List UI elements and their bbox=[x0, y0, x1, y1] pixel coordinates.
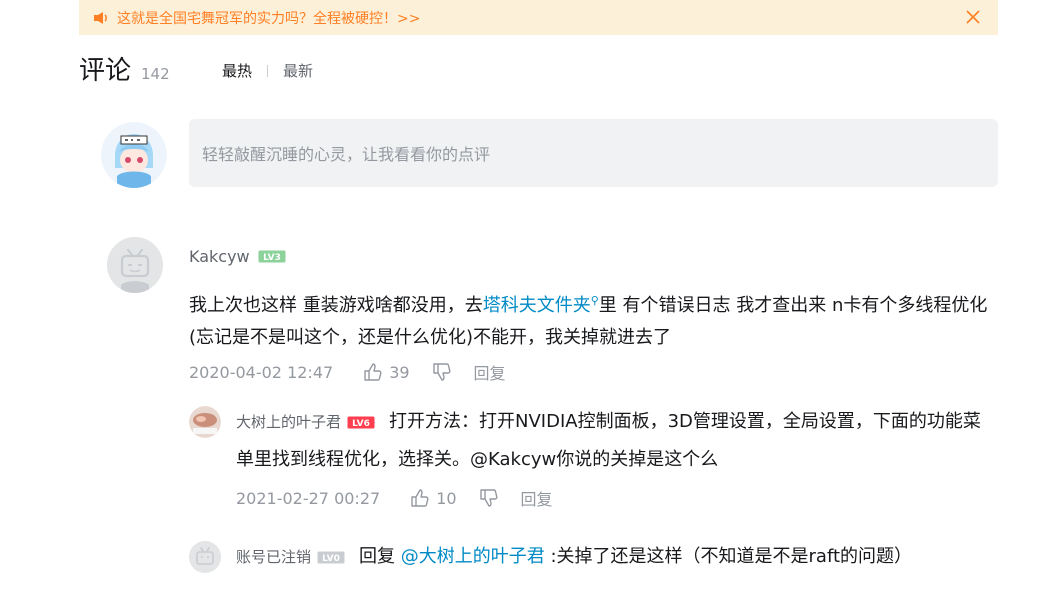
reply-username[interactable]: 账号已注销 bbox=[236, 548, 311, 566]
comment-input-placeholder: 轻轻敲醒沉睡的心灵，让我看看你的点评 bbox=[202, 145, 491, 164]
svg-text:LV0: LV0 bbox=[322, 554, 340, 564]
level-badge-icon: LV3 bbox=[258, 250, 286, 263]
my-avatar[interactable] bbox=[101, 122, 167, 188]
thumb-up-icon bbox=[364, 363, 382, 381]
reply-text: :关掉了还是这样（不知道是不是raft的问题） bbox=[544, 546, 913, 567]
like-count: 10 bbox=[436, 488, 457, 508]
comment-input[interactable]: 轻轻敲醒沉睡的心灵，让我看看你的点评 bbox=[189, 119, 998, 187]
comment-meta: 2020-04-02 12:47 39 回复 bbox=[189, 360, 506, 384]
reply-username[interactable]: 大树上的叶子君 bbox=[236, 413, 341, 431]
notice-bar[interactable]: 这就是全国宅舞冠军的实力吗？全程被硬控！>> bbox=[79, 0, 998, 35]
sort-new-tab[interactable]: 最新 bbox=[283, 60, 313, 81]
sort-tabs: 最热 最新 bbox=[222, 60, 313, 81]
reply-avatar[interactable] bbox=[189, 541, 221, 573]
dislike-button[interactable] bbox=[432, 362, 452, 382]
reply-content: 大树上的叶子君 LV6 打开方法：打开NVIDIA控制面板，3D管理设置，全局设置，… bbox=[236, 403, 988, 479]
level-badge-icon: LV6 bbox=[347, 416, 375, 429]
like-button[interactable]: 39 bbox=[363, 362, 410, 382]
sort-divider bbox=[267, 64, 269, 77]
reply-meta: 2021-02-27 00:27 10 回复 bbox=[236, 486, 553, 510]
thumb-down-icon bbox=[479, 489, 498, 507]
reply-avatar[interactable] bbox=[189, 406, 221, 438]
commenter-username[interactable]: Kakcyw bbox=[189, 247, 250, 266]
search-icon: ⚲ bbox=[590, 294, 599, 307]
reply-time: 2021-02-27 00:27 bbox=[236, 488, 381, 508]
thumb-down-icon bbox=[432, 363, 451, 381]
reply-button[interactable]: 回复 bbox=[474, 360, 506, 384]
comments-title: 评论 bbox=[79, 56, 132, 86]
dislike-button[interactable] bbox=[479, 488, 499, 508]
level-badge-icon: LV0 bbox=[317, 551, 345, 564]
svg-text:LV3: LV3 bbox=[263, 253, 281, 263]
svg-text:LV6: LV6 bbox=[352, 419, 370, 429]
comments-header: 评论 142 bbox=[79, 50, 170, 87]
like-button[interactable]: 10 bbox=[410, 488, 457, 508]
sort-hot-tab[interactable]: 最热 bbox=[222, 60, 252, 81]
commenter-name-row: Kakcyw LV3 bbox=[189, 247, 286, 266]
comment-time: 2020-04-02 12:47 bbox=[189, 362, 334, 382]
mention-link[interactable]: @大树上的叶子君 bbox=[401, 546, 545, 567]
notice-text[interactable]: 这就是全国宅舞冠军的实力吗？全程被硬控！>> bbox=[117, 8, 420, 28]
comment-text: 我上次也这样 重装游戏啥都没用，去塔科夫文件夹⚲里 有个错误日志 我才查出来 n… bbox=[189, 294, 988, 348]
reply-content: 账号已注销 LV0 回复 @大树上的叶子君 :关掉了还是这样（不知道是不是raft的… bbox=[236, 546, 913, 567]
commenter-avatar[interactable] bbox=[107, 237, 163, 293]
search-link[interactable]: 塔科夫文件夹 bbox=[483, 295, 591, 316]
speaker-icon bbox=[94, 11, 107, 24]
like-count: 39 bbox=[389, 362, 410, 382]
close-icon[interactable] bbox=[964, 8, 982, 26]
reply-button[interactable]: 回复 bbox=[521, 486, 553, 510]
comments-count: 142 bbox=[141, 65, 170, 83]
thumb-up-icon bbox=[411, 489, 429, 507]
